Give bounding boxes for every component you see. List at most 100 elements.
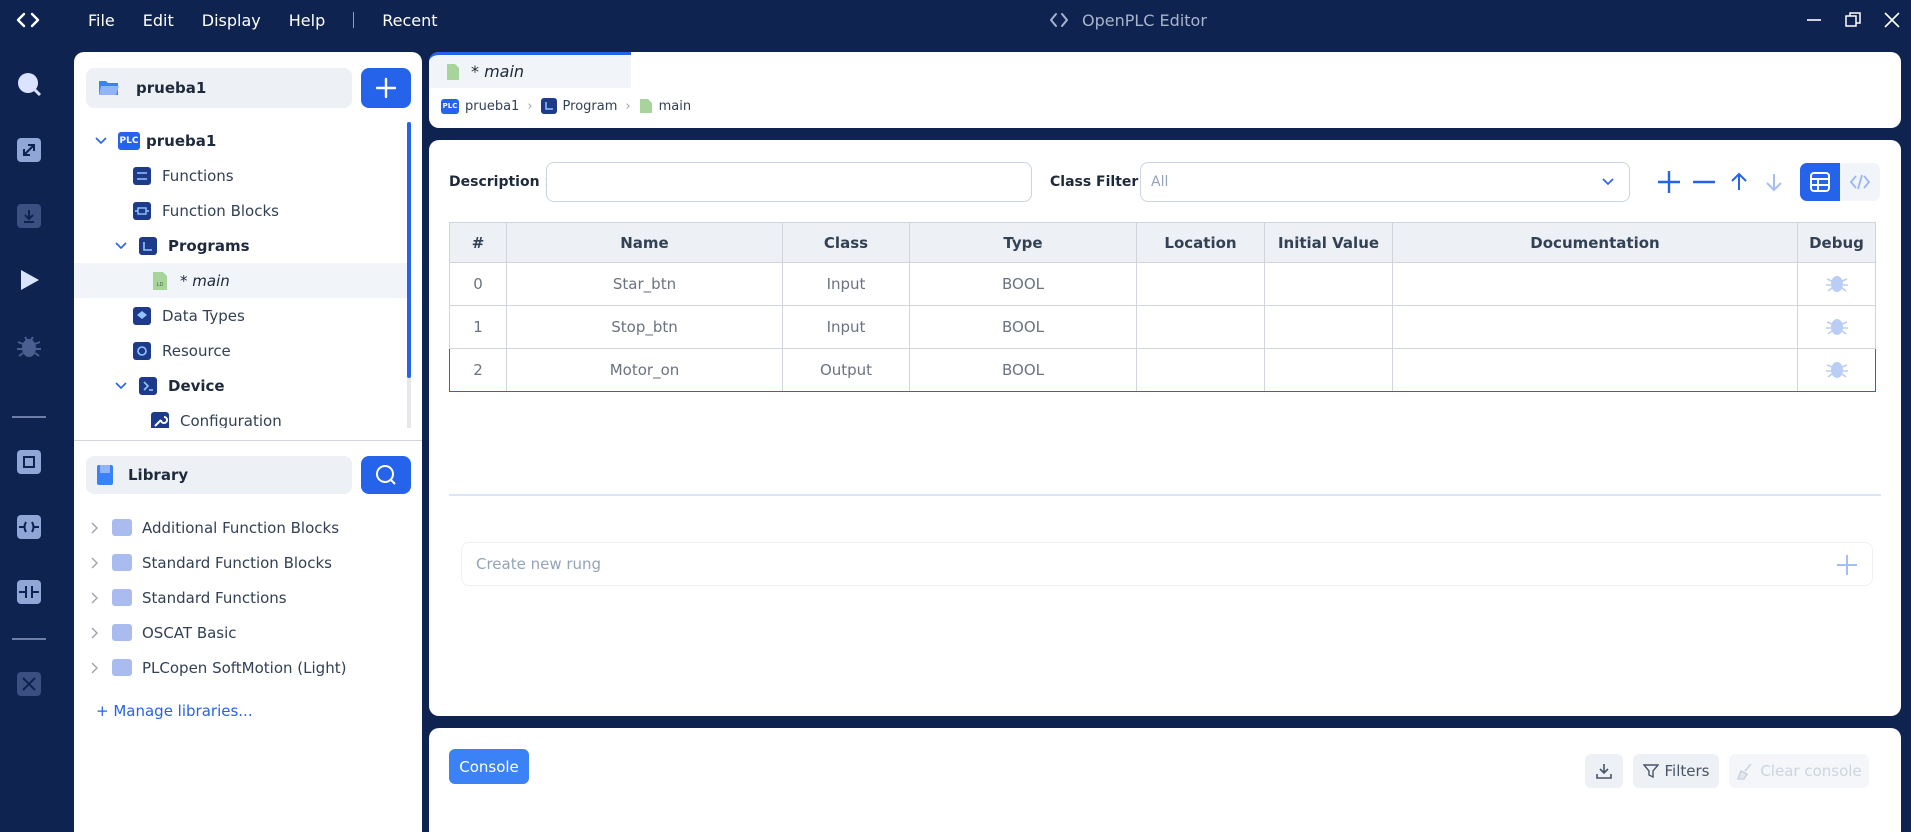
class-filter-select[interactable]: All <box>1140 162 1630 202</box>
cell-debug[interactable] <box>1797 262 1876 306</box>
column-header-debug[interactable]: Debug <box>1797 222 1876 263</box>
table-view-button[interactable] <box>1800 163 1840 201</box>
cell-type[interactable]: BOOL <box>909 305 1137 349</box>
search-activity[interactable] <box>15 70 43 98</box>
chevron-right-icon[interactable] <box>90 627 100 639</box>
column-header-class[interactable]: Class <box>782 222 910 263</box>
tree-item-main[interactable]: LD * main <box>74 263 409 298</box>
table-row[interactable]: 0 Star_btn Input BOOL <box>449 262 1876 306</box>
library-search-button[interactable] <box>361 456 411 494</box>
tab-main[interactable]: * main <box>429 52 631 88</box>
tree-item-data-types[interactable]: Data Types <box>132 298 409 333</box>
cell-documentation[interactable] <box>1392 348 1798 392</box>
tree-item-configuration[interactable]: Configuration <box>150 403 409 428</box>
manage-libraries-link[interactable]: + Manage libraries... <box>96 702 253 720</box>
filters-button[interactable]: Filters <box>1633 754 1719 788</box>
cell-initial-value[interactable] <box>1264 305 1393 349</box>
code-view-button[interactable] <box>1840 163 1880 201</box>
tree-item-programs[interactable]: Programs <box>114 228 409 263</box>
zoom-activity[interactable] <box>15 136 43 164</box>
breadcrumb-project[interactable]: prueba1 <box>465 99 519 114</box>
debug-activity[interactable] <box>15 332 43 360</box>
cell-location[interactable] <box>1136 348 1265 392</box>
cell-name[interactable]: Stop_btn <box>506 305 783 349</box>
close-activity[interactable] <box>15 670 43 698</box>
chevron-right-icon[interactable] <box>90 522 100 534</box>
cell-type[interactable]: BOOL <box>909 348 1137 392</box>
cell-class[interactable]: Input <box>782 262 910 306</box>
run-activity[interactable] <box>15 266 43 294</box>
column-header-location[interactable]: Location <box>1136 222 1265 263</box>
column-header-documentation[interactable]: Documentation <box>1392 222 1798 263</box>
minimize-icon[interactable] <box>1804 10 1824 30</box>
chevron-down-icon[interactable] <box>114 379 128 393</box>
clear-console-button[interactable]: Clear console <box>1729 754 1869 788</box>
menu-help[interactable]: Help <box>289 11 325 30</box>
bug-icon[interactable] <box>1825 313 1849 337</box>
cell-name[interactable]: Motor_on <box>506 348 783 392</box>
code-brackets-icon[interactable] <box>14 8 42 32</box>
plus-icon[interactable] <box>1836 554 1858 576</box>
restore-icon[interactable] <box>1843 10 1863 30</box>
download-activity[interactable] <box>15 202 43 230</box>
ladder-contact-activity[interactable] <box>15 448 43 476</box>
cell-class[interactable]: Output <box>782 348 910 392</box>
console-tab[interactable]: Console <box>449 749 529 784</box>
close-icon[interactable] <box>1882 10 1902 30</box>
cell-class[interactable]: Input <box>782 305 910 349</box>
column-header-index[interactable]: # <box>449 222 507 263</box>
library-item-oscat-basic[interactable]: OSCAT Basic <box>90 615 237 650</box>
tree-item-function-blocks[interactable]: Function Blocks <box>132 193 409 228</box>
tree-item-functions[interactable]: Functions <box>132 158 409 193</box>
chevron-right-icon[interactable] <box>90 592 100 604</box>
cell-type[interactable]: BOOL <box>909 262 1137 306</box>
tree-item-project[interactable]: PLC prueba1 <box>94 123 409 158</box>
column-header-name[interactable]: Name <box>506 222 783 263</box>
chevron-down-icon[interactable] <box>114 239 128 253</box>
move-down-button[interactable] <box>1761 169 1787 195</box>
menu-display[interactable]: Display <box>202 11 261 30</box>
add-variable-button[interactable] <box>1656 169 1682 195</box>
tree-scrollbar[interactable] <box>407 122 411 428</box>
library-item-additional-function-blocks[interactable]: Additional Function Blocks <box>90 510 339 545</box>
move-up-button[interactable] <box>1726 169 1752 195</box>
download-log-button[interactable] <box>1585 754 1623 788</box>
menu-file[interactable]: File <box>88 11 115 30</box>
chevron-right-icon[interactable] <box>90 557 100 569</box>
add-element-button[interactable] <box>361 68 411 108</box>
bug-icon[interactable] <box>1825 270 1849 294</box>
cell-location[interactable] <box>1136 262 1265 306</box>
tree-scrollbar-thumb[interactable] <box>407 122 411 378</box>
table-row[interactable]: 2 Motor_on Output BOOL <box>449 348 1876 392</box>
breadcrumb-main[interactable]: main <box>659 99 691 114</box>
breadcrumb-program[interactable]: Program <box>563 99 618 114</box>
library-item-standard-function-blocks[interactable]: Standard Function Blocks <box>90 545 332 580</box>
remove-variable-button[interactable] <box>1691 169 1717 195</box>
menu-recent[interactable]: Recent <box>382 11 437 30</box>
table-row[interactable]: 1 Stop_btn Input BOOL <box>449 305 1876 349</box>
cell-location[interactable] <box>1136 305 1265 349</box>
tree-item-device[interactable]: Device <box>114 368 409 403</box>
cell-debug[interactable] <box>1797 348 1876 392</box>
editor-splitter[interactable] <box>449 494 1881 496</box>
project-selector[interactable]: prueba1 <box>86 68 352 108</box>
contact-activity[interactable] <box>15 578 43 606</box>
library-item-plcopen-softmotion[interactable]: PLCopen SoftMotion (Light) <box>90 650 346 685</box>
cell-initial-value[interactable] <box>1264 262 1393 306</box>
cell-documentation[interactable] <box>1392 262 1798 306</box>
tree-item-resource[interactable]: Resource <box>132 333 409 368</box>
library-item-standard-functions[interactable]: Standard Functions <box>90 580 287 615</box>
cell-name[interactable]: Star_btn <box>506 262 783 306</box>
cell-initial-value[interactable] <box>1264 348 1393 392</box>
create-rung-bar[interactable]: Create new rung <box>461 542 1873 586</box>
column-header-type[interactable]: Type <box>909 222 1137 263</box>
bug-icon[interactable] <box>1825 356 1849 380</box>
cell-debug[interactable] <box>1797 305 1876 349</box>
column-header-initial-value[interactable]: Initial Value <box>1264 222 1393 263</box>
cell-documentation[interactable] <box>1392 305 1798 349</box>
library-header[interactable]: Library <box>86 456 352 494</box>
chevron-down-icon[interactable] <box>94 134 108 148</box>
coil-activity[interactable] <box>15 513 43 541</box>
menu-edit[interactable]: Edit <box>143 11 174 30</box>
chevron-right-icon[interactable] <box>90 662 100 674</box>
